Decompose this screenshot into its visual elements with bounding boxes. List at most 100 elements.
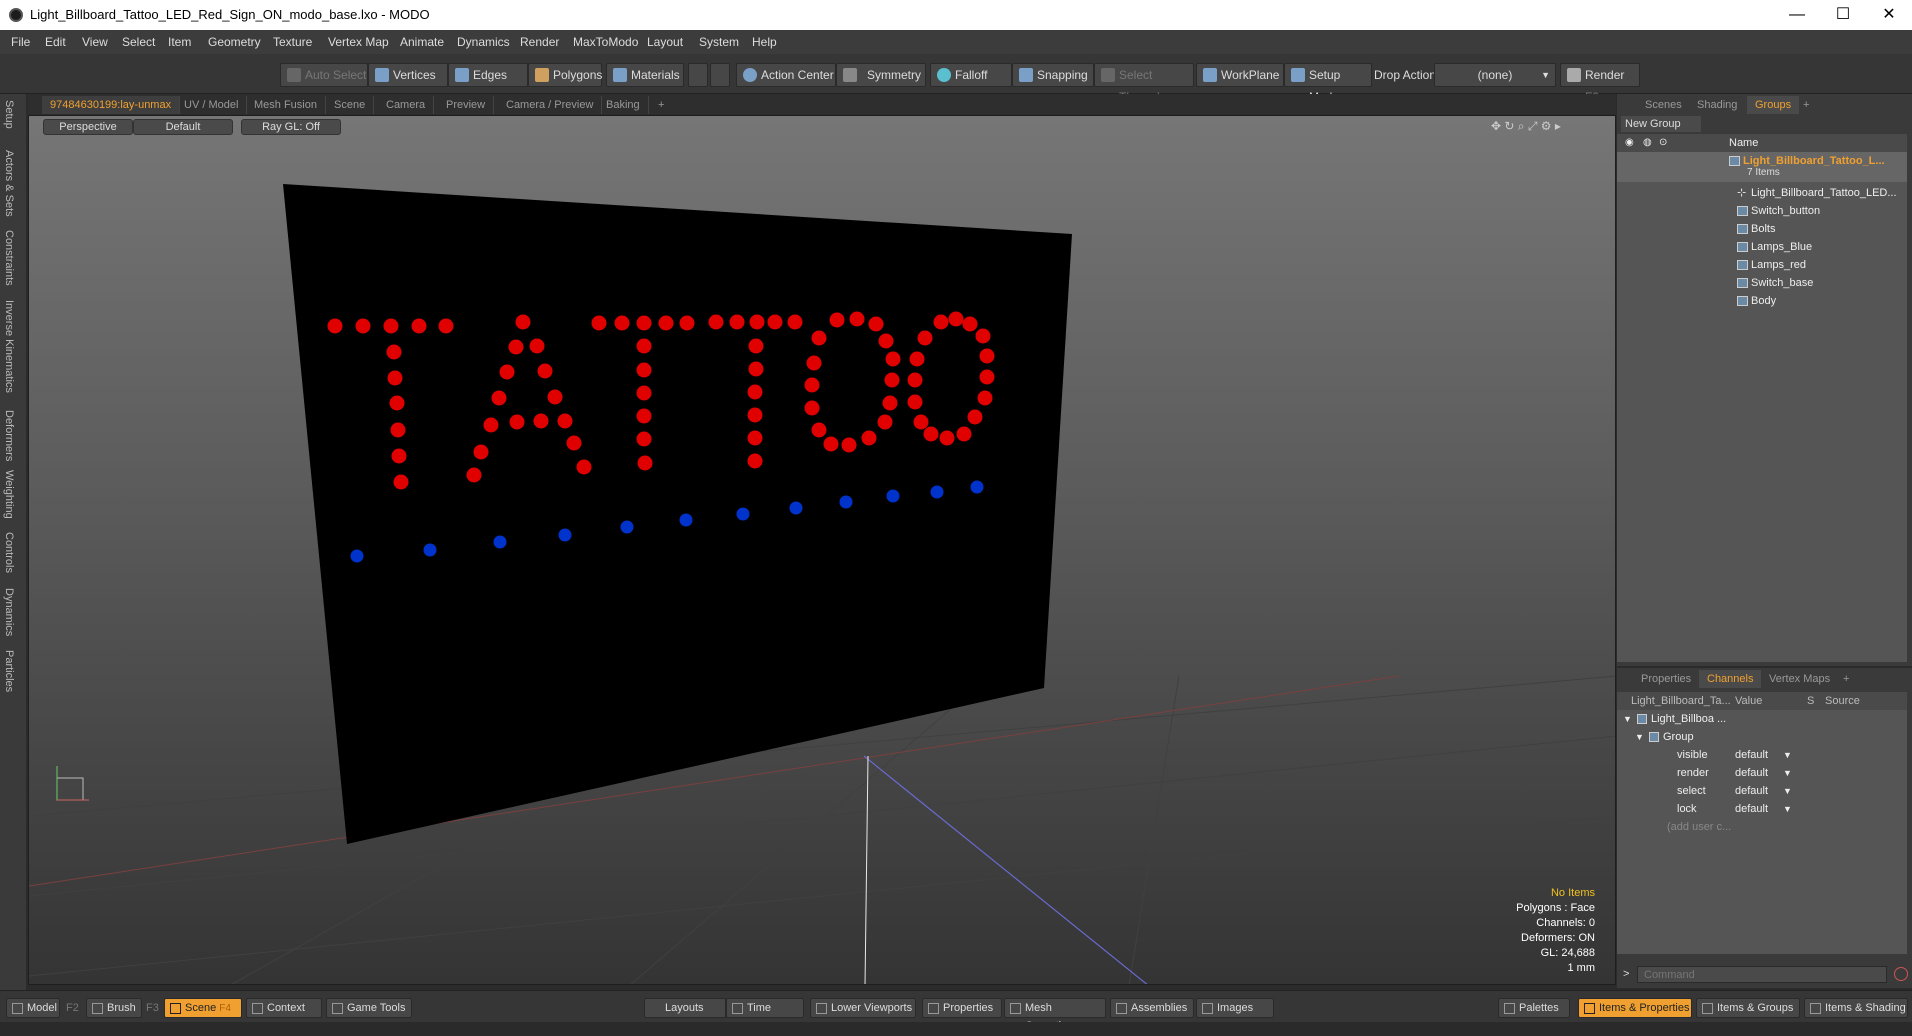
auto-select-button[interactable]: Auto Select	[280, 63, 368, 87]
tab-baking[interactable]: Baking	[598, 96, 649, 114]
menu-animate[interactable]: Animate	[400, 35, 444, 49]
properties-button[interactable]: Properties	[922, 998, 1002, 1018]
layout-context-button[interactable]: Context	[246, 998, 322, 1018]
time-button[interactable]: Time	[726, 998, 804, 1018]
tab-mesh-fusion[interactable]: Mesh Fusion	[246, 96, 326, 114]
palettes-button[interactable]: Palettes	[1498, 998, 1570, 1018]
menu-layout[interactable]: Layout	[647, 35, 683, 49]
chevron-down-icon[interactable]: ▼	[1783, 782, 1792, 800]
tab-actors-sets[interactable]: Actors & Sets	[3, 150, 15, 217]
mesh-operations-button[interactable]: Mesh Operations	[1004, 998, 1106, 1032]
lower-viewports-button[interactable]: Lower Viewports	[810, 998, 916, 1018]
tab-particles[interactable]: Particles	[3, 650, 15, 692]
layout-model-button[interactable]: Model	[6, 998, 60, 1018]
symmetry-button[interactable]: Symmetry	[836, 63, 926, 87]
tab-uv-model[interactable]: UV / Model	[176, 96, 248, 114]
channel-group-row[interactable]: ▼ Group	[1617, 728, 1907, 746]
tab-constraints[interactable]: Constraints	[3, 230, 15, 286]
channel-row[interactable]: render default ▼	[1617, 764, 1907, 782]
channel-item-row[interactable]: ▼ Light_Billboa ...	[1617, 710, 1907, 728]
tab-deformers[interactable]: Deformers	[3, 410, 15, 461]
tab-channels[interactable]: Channels	[1699, 670, 1762, 688]
tab-camera-preview[interactable]: Camera / Preview	[498, 96, 603, 114]
tab-inverse-kinematics[interactable]: Inverse Kinematics	[3, 300, 15, 393]
menu-select[interactable]: Select	[122, 35, 155, 49]
tab-controls[interactable]: Controls	[3, 532, 15, 573]
add-user-channel-row[interactable]: (add user c...	[1617, 818, 1907, 836]
vertices-button[interactable]: Vertices	[368, 63, 448, 87]
add-tab-button[interactable]: +	[650, 96, 672, 114]
menu-help[interactable]: Help	[752, 35, 777, 49]
group-item-row[interactable]: Lamps_red	[1617, 256, 1907, 274]
snap-option-2-button[interactable]	[710, 63, 730, 87]
menu-system[interactable]: System	[699, 35, 739, 49]
tab-scene[interactable]: Scene	[326, 96, 375, 114]
items-properties-button[interactable]: Items & Properties	[1578, 998, 1692, 1018]
render-button[interactable]: Render F9	[1560, 63, 1640, 104]
snap-option-1-button[interactable]	[688, 63, 708, 87]
edges-button[interactable]: Edges	[448, 63, 528, 87]
minimize-button[interactable]: —	[1774, 0, 1820, 30]
tab-vertex-maps[interactable]: Vertex Maps	[1761, 670, 1838, 688]
group-item-row[interactable]: Lamps_Blue	[1617, 238, 1907, 256]
menu-maxtomodo[interactable]: MaxToModo	[573, 35, 638, 49]
menu-vertex-map[interactable]: Vertex Map	[328, 35, 389, 49]
tab-setup[interactable]: Setup	[3, 100, 15, 129]
channel-row[interactable]: lock default ▼	[1617, 800, 1907, 818]
layout-scene-button[interactable]: Scene F4	[164, 998, 242, 1018]
menu-texture[interactable]: Texture	[273, 35, 312, 49]
tab-properties[interactable]: Properties	[1633, 670, 1699, 688]
group-item-row[interactable]: Switch_button	[1617, 202, 1907, 220]
menu-item[interactable]: Item	[168, 35, 191, 49]
group-item-row[interactable]: Switch_base	[1617, 274, 1907, 292]
assemblies-button[interactable]: Assemblies	[1110, 998, 1194, 1018]
layouts-button[interactable]: Layouts	[644, 998, 726, 1018]
close-button[interactable]: ✕	[1866, 0, 1912, 30]
workplane-button[interactable]: WorkPlane	[1196, 63, 1284, 87]
polygons-button[interactable]: Polygons	[528, 63, 602, 87]
command-input[interactable]	[1637, 966, 1887, 983]
chevron-down-icon[interactable]: ▼	[1783, 746, 1792, 764]
action-center-button[interactable]: Action Center	[736, 63, 836, 87]
chevron-down-icon[interactable]: ▼	[1783, 764, 1792, 782]
materials-button[interactable]: Materials	[606, 63, 684, 87]
chevron-down-icon[interactable]: ▼	[1783, 800, 1792, 818]
menu-edit[interactable]: Edit	[45, 35, 66, 49]
tab-groups[interactable]: Groups	[1747, 96, 1800, 114]
group-item-row[interactable]: ⊹ Light_Billboard_Tattoo_LED...	[1617, 184, 1907, 202]
add-channel-tab-button[interactable]: +	[1835, 670, 1857, 688]
tab-shading[interactable]: Shading	[1689, 96, 1745, 114]
images-button[interactable]: Images	[1196, 998, 1274, 1018]
menu-render[interactable]: Render	[520, 35, 559, 49]
menu-file[interactable]: File	[11, 35, 30, 49]
tab-lay-unmax[interactable]: 97484630199:lay-unmax	[42, 96, 181, 114]
falloff-button[interactable]: Falloff	[930, 63, 1012, 87]
drop-action-select[interactable]: (none) ▼	[1434, 63, 1556, 87]
record-icon[interactable]	[1894, 967, 1908, 981]
setup-mode-button[interactable]: Setup Mode	[1284, 63, 1372, 104]
items-groups-button[interactable]: Items & Groups	[1696, 998, 1800, 1018]
snapping-button[interactable]: Snapping	[1012, 63, 1094, 87]
new-group-button[interactable]: New Group	[1621, 116, 1701, 132]
menu-dynamics[interactable]: Dynamics	[457, 35, 510, 49]
add-panel-tab-button[interactable]: +	[1795, 96, 1817, 114]
layout-game-tools-button[interactable]: Game Tools	[326, 998, 412, 1018]
menu-geometry[interactable]: Geometry	[208, 35, 261, 49]
tab-preview[interactable]: Preview	[438, 96, 495, 114]
3d-viewport[interactable]: Perspective Default Ray GL: Off ✥ ↻ ⌕ ⤢ …	[28, 115, 1616, 985]
select-through-button[interactable]: Select Through	[1094, 63, 1194, 104]
tab-scenes[interactable]: Scenes	[1637, 96, 1690, 114]
tab-camera[interactable]: Camera	[378, 96, 435, 114]
billboard-body[interactable]	[283, 184, 1072, 844]
group-item-row[interactable]: Body	[1617, 292, 1907, 310]
tab-weighting[interactable]: Weighting	[3, 470, 15, 519]
channel-row[interactable]: visible default ▼	[1617, 746, 1907, 764]
channel-row[interactable]: select default ▼	[1617, 782, 1907, 800]
tab-dynamics[interactable]: Dynamics	[3, 588, 15, 636]
menu-view[interactable]: View	[82, 35, 108, 49]
items-shading-button[interactable]: Items & Shading	[1804, 998, 1908, 1018]
maximize-button[interactable]: ☐	[1820, 0, 1866, 30]
group-item-row[interactable]: Bolts	[1617, 220, 1907, 238]
group-root-row[interactable]: Light_Billboard_Tattoo_L... 7 Items	[1617, 152, 1907, 182]
layout-brush-button[interactable]: Brush	[86, 998, 142, 1018]
